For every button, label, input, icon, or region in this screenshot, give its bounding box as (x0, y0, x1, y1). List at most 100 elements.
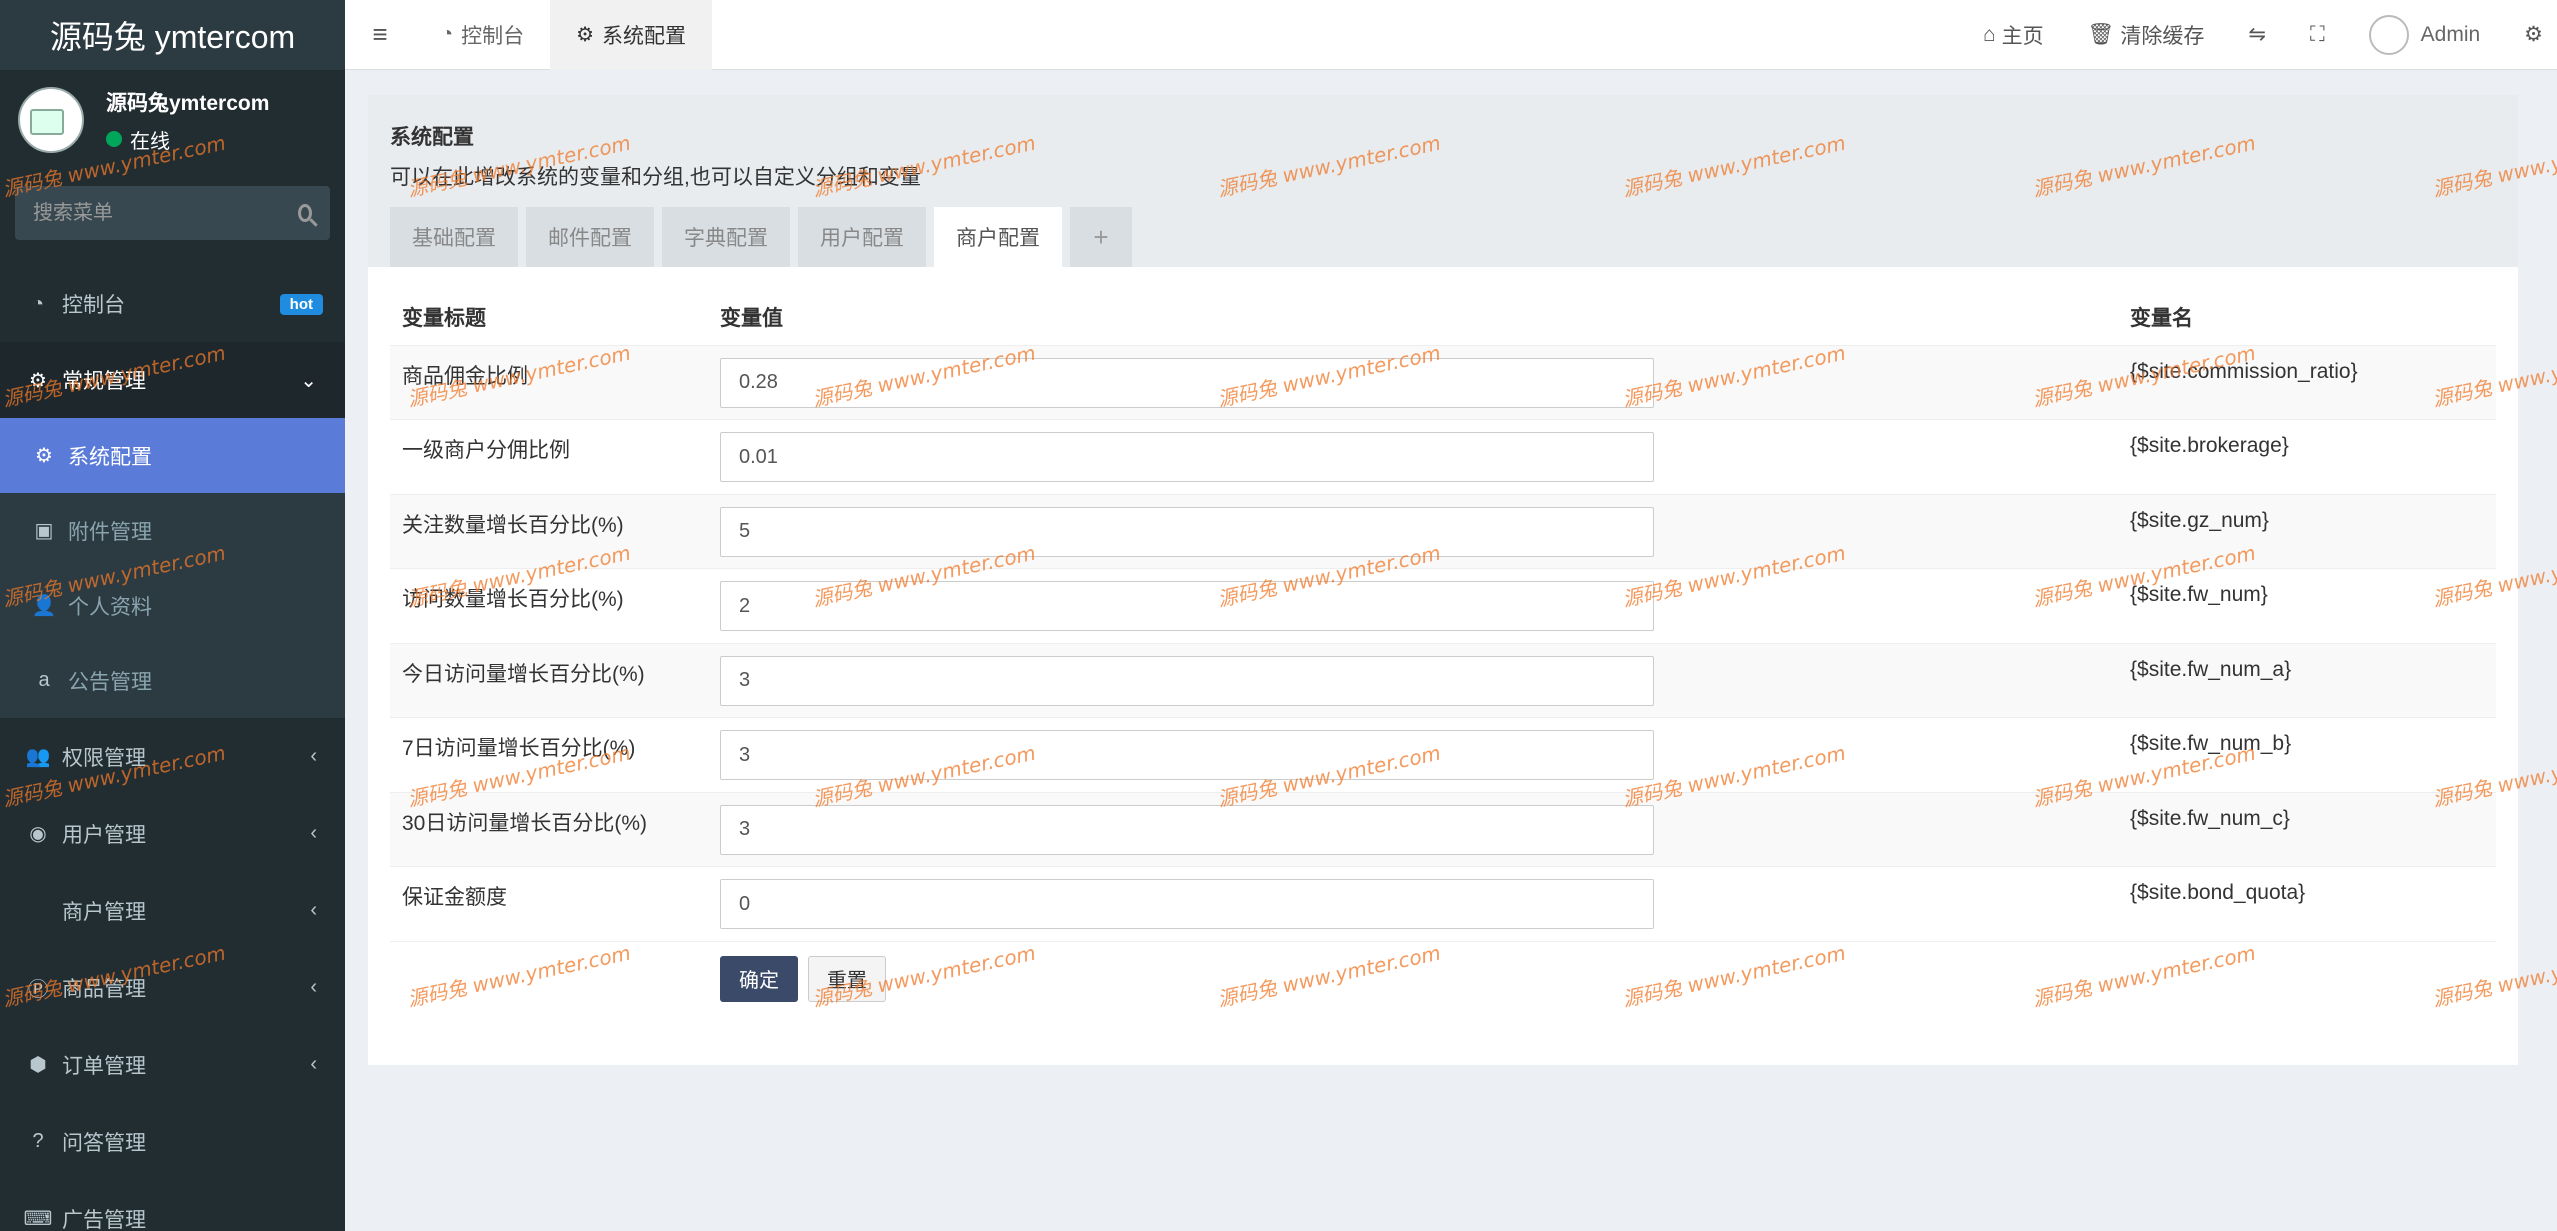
panel-heading: 系统配置 可以在此增改系统的变量和分组,也可以自定义分组和变量 基础配置 邮件配… (368, 95, 2518, 267)
chevron-down-icon: ⌄ (300, 369, 317, 392)
table-actions-row: 确定 重置 (390, 940, 2496, 1016)
clear-cache-button[interactable]: 🗑 清除缓存 (2066, 20, 2227, 50)
row-title: 30日访问量增长百分比(%) (390, 791, 708, 867)
row-var-name: {$site.commission_ratio} (2118, 344, 2496, 420)
tab-dict-config[interactable]: 字典配置 (662, 207, 790, 267)
chevron-left-icon: ‹ (310, 976, 317, 998)
tab-dashboard[interactable]: ◔ 控制台 (415, 0, 550, 70)
sidebar-item-products[interactable]: Ⓟ 商品管理 ‹ (0, 949, 345, 1026)
chevron-left-icon: ‹ (310, 822, 317, 844)
value-input[interactable] (720, 581, 1654, 631)
keyboard-icon: ⌨ (23, 1208, 53, 1230)
sidebar-item-merchants[interactable]: 商户管理 ‹ (0, 872, 345, 949)
menu-search (15, 186, 330, 240)
menu-toggle-icon[interactable]: ≡ (345, 0, 415, 70)
user-status-text: 在线 (130, 130, 170, 153)
tab-user-config[interactable]: 用户配置 (798, 207, 926, 267)
sidebar-item-ads[interactable]: ⌨ 广告管理 (0, 1180, 345, 1231)
tab-label: 控制台 (461, 24, 525, 48)
row-var-name: {$site.fw_num_b} (2118, 717, 2496, 792)
home-icon: ⌂ (1982, 22, 1996, 46)
value-input[interactable] (720, 730, 1654, 780)
value-input[interactable] (720, 432, 1654, 482)
sidebar-item-label: 附件管理 (68, 520, 152, 544)
fullscreen-icon[interactable]: ⛶ (2288, 23, 2347, 47)
tab-email-config[interactable]: 邮件配置 (526, 207, 654, 267)
page-title: 系统配置 (390, 126, 474, 149)
clear-cache-label: 清除缓存 (2120, 24, 2205, 48)
language-icon[interactable]: ⇋ (2226, 22, 2288, 47)
tab-label: 系统配置 (602, 24, 687, 48)
sidebar-item-label: 控制台 (62, 294, 125, 317)
sidebar: 源码兔 ymtercom 源码兔ymtercom 在线 ◔ 控制台 hot ⚙ … (0, 0, 345, 1231)
app-logo[interactable]: 源码兔 ymtercom (0, 0, 345, 70)
sidebar-item-profile[interactable]: 👤 个人资料 (0, 568, 345, 643)
hot-badge: hot (279, 293, 323, 315)
cogs-icon: ⚙ (29, 369, 47, 392)
admin-name: Admin (2420, 22, 2481, 46)
table-row: 今日访问量增长百分比(%) {$site.fw_num_a} (390, 642, 2496, 718)
column-header: 变量值 (720, 306, 783, 330)
sidebar-item-label: 用户管理 (62, 823, 146, 847)
product-icon: Ⓟ (28, 979, 48, 1001)
header-right: ⌂ 主页 🗑 清除缓存 ⇋ ⛶ Admin ⚙ (1961, 0, 2557, 70)
trash-icon: 🗑 (2087, 22, 2115, 46)
online-dot-icon (106, 131, 122, 147)
table-row: 30日访问量增长百分比(%) {$site.fw_num_c} (390, 791, 2496, 867)
sidebar-item-announcements[interactable]: a 公告管理 (0, 643, 345, 718)
tab-merchant-config[interactable]: 商户配置 (934, 207, 1062, 267)
top-header: ≡ ◔ 控制台 ⚙ 系统配置 ⌂ 主页 🗑 清除缓存 ⇋ ⛶ Admin ⚙ (345, 0, 2557, 70)
search-icon[interactable] (298, 204, 312, 222)
sidebar-item-orders[interactable]: ⬢ 订单管理 ‹ (0, 1026, 345, 1103)
tab-basic-config[interactable]: 基础配置 (390, 207, 518, 267)
user-status: 在线 (106, 125, 269, 154)
sidebar-item-general[interactable]: ⚙ 常规管理 ⌄ (0, 342, 345, 418)
sidebar-item-qa[interactable]: ? 问答管理 (0, 1103, 345, 1180)
page-description: 可以在此增改系统的变量和分组,也可以自定义分组和变量 (390, 166, 921, 189)
sidebar-menu: ◔ 控制台 hot ⚙ 常规管理 ⌄ ⚙ 系统配置 ▣ 附件管理 👤 个人资料 … (0, 266, 345, 1231)
main-content: 系统配置 可以在此增改系统的变量和分组,也可以自定义分组和变量 基础配置 邮件配… (368, 95, 2518, 1065)
amazon-icon: a (38, 669, 50, 691)
home-label: 主页 (2001, 24, 2044, 48)
panel-body: 变量标题 变量值 变量名 商品佣金比例 {$site.commission_ra… (368, 267, 2518, 1065)
home-link[interactable]: ⌂ 主页 (1961, 20, 2066, 50)
table-row: 关注数量增长百分比(%) {$site.gz_num} (390, 493, 2496, 569)
row-var-name: {$site.fw_num} (2118, 568, 2496, 643)
reset-button[interactable]: 重置 (807, 955, 886, 1002)
add-tab-icon[interactable]: + (1070, 207, 1132, 267)
sidebar-item-label: 广告管理 (62, 1208, 146, 1231)
value-input[interactable] (720, 506, 1654, 557)
sidebar-item-permissions[interactable]: 👥 权限管理 ‹ (0, 718, 345, 795)
submenu-general: ⚙ 系统配置 ▣ 附件管理 👤 个人资料 a 公告管理 (0, 418, 345, 718)
column-header: 变量标题 (402, 306, 486, 330)
value-input[interactable] (720, 357, 1654, 408)
cube-icon: ⬢ (29, 1054, 47, 1076)
table-row: 7日访问量增长百分比(%) {$site.fw_num_b} (390, 717, 2496, 792)
table-row: 访问数量增长百分比(%) {$site.fw_num} (390, 568, 2496, 643)
value-input[interactable] (720, 804, 1654, 855)
sidebar-item-attachments[interactable]: ▣ 附件管理 (0, 493, 345, 568)
row-title: 今日访问量增长百分比(%) (390, 642, 708, 718)
sidebar-item-system-config[interactable]: ⚙ 系统配置 (0, 418, 345, 493)
sidebar-item-label: 系统配置 (68, 445, 152, 469)
row-title: 商品佣金比例 (390, 344, 708, 420)
value-input[interactable] (720, 655, 1654, 706)
confirm-button[interactable]: 确定 (720, 955, 798, 1002)
sidebar-item-label: 商户管理 (62, 900, 146, 924)
sidebar-item-dashboard[interactable]: ◔ 控制台 hot (0, 266, 345, 342)
admin-avatar (2368, 14, 2409, 55)
sidebar-item-users[interactable]: ◉ 用户管理 ‹ (0, 795, 345, 872)
user-circle-icon: ◉ (29, 823, 47, 845)
tab-system-config[interactable]: ⚙ 系统配置 (550, 0, 713, 70)
settings-cogs-icon[interactable]: ⚙ (2502, 22, 2557, 47)
sidebar-item-label: 个人资料 (68, 595, 152, 619)
row-title: 一级商户分佣比例 (390, 419, 708, 494)
value-input[interactable] (720, 879, 1654, 929)
group-icon: 👥 (25, 746, 51, 768)
admin-menu[interactable]: Admin (2347, 14, 2503, 55)
row-title: 保证金额度 (390, 866, 708, 941)
config-table: 变量标题 变量值 变量名 商品佣金比例 {$site.commission_ra… (390, 289, 2496, 1016)
gear-icon: ⚙ (576, 24, 595, 46)
menu-search-input[interactable] (33, 201, 298, 225)
row-title: 访问数量增长百分比(%) (390, 568, 708, 643)
